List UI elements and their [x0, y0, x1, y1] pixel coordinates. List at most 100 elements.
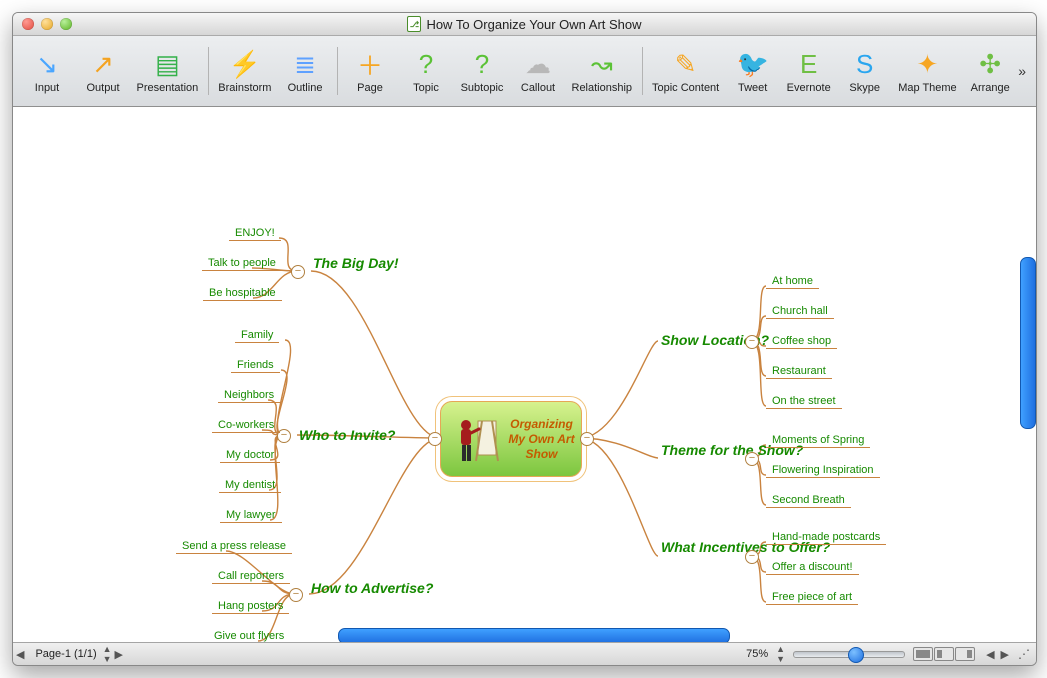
collapse-icon[interactable]: −	[580, 432, 594, 446]
toolbar-label: Outline	[288, 82, 323, 94]
arrange-icon: ✣	[974, 48, 1006, 80]
toolbar-input-button[interactable]: ↘ Input	[19, 46, 75, 96]
vertical-scrollbar[interactable]	[1020, 257, 1036, 429]
resize-handle-icon[interactable]: ⋰	[1012, 647, 1036, 661]
titlebar: ⎇ How To Organize Your Own Art Show	[13, 13, 1036, 36]
toolbar-map-theme-button[interactable]: ✦ Map Theme	[893, 46, 963, 96]
leaf-node[interactable]: Moments of Spring	[766, 433, 870, 448]
output-icon: ↗	[87, 48, 119, 80]
outline-icon: ≣	[289, 48, 321, 80]
central-topic[interactable]: Organizing My Own Art Show	[440, 401, 582, 477]
view-left-icon[interactable]	[934, 647, 954, 661]
leaf-node[interactable]: Church hall	[766, 304, 834, 319]
leaf-node[interactable]: Call reporters	[212, 569, 290, 584]
leaf-node[interactable]: Neighbors	[218, 388, 280, 403]
leaf-node[interactable]: Co-workers	[212, 418, 280, 433]
zoom-slider[interactable]	[793, 651, 905, 658]
collapse-icon[interactable]: −	[745, 550, 759, 564]
toolbar-presentation-button[interactable]: ▤Presentation	[131, 46, 204, 96]
toolbar-page-button[interactable]: ＋Page	[342, 46, 398, 96]
toolbar-relationship-button[interactable]: ↝Relationship	[566, 46, 638, 96]
leaf-node[interactable]: My dentist	[219, 478, 281, 493]
toolbar-label: Callout	[521, 82, 555, 94]
leaf-node[interactable]: Offer a discount!	[766, 560, 859, 575]
toolbar-brainstorm-button[interactable]: ⚡Brainstorm	[213, 46, 277, 96]
collapse-icon[interactable]: −	[289, 588, 303, 602]
toolbar-skype-button[interactable]: S Skype	[837, 46, 893, 96]
collapse-icon[interactable]: −	[291, 265, 305, 279]
toolbar-label: Evernote	[787, 82, 831, 94]
scroll-right-icon[interactable]: ▶	[998, 648, 1012, 661]
callout-icon: ☁	[522, 48, 554, 80]
toolbar-arrange-button[interactable]: ✣ Arrange	[962, 46, 1018, 96]
page-icon: ＋	[354, 48, 386, 80]
collapse-icon[interactable]: −	[745, 335, 759, 349]
leaf-node[interactable]: Coffee shop	[766, 334, 837, 349]
toolbar-label: Skype	[849, 82, 880, 94]
leaf-node[interactable]: Talk to people	[202, 256, 282, 271]
view-right-icon[interactable]	[955, 647, 975, 661]
page-menu-icon[interactable]: ▲▼	[103, 644, 112, 664]
leaf-node[interactable]: Be hospitable	[203, 286, 282, 301]
toolbar-subtopic-button[interactable]: ? Subtopic	[454, 46, 510, 96]
toolbar-label: Topic	[413, 82, 439, 94]
leaf-node[interactable]: Send a press release	[176, 539, 292, 554]
map-theme-icon: ✦	[911, 48, 943, 80]
leaf-node[interactable]: At home	[766, 274, 819, 289]
leaf-node[interactable]: My lawyer	[220, 508, 282, 523]
subtopic-icon: ?	[466, 48, 498, 80]
page-next-icon[interactable]: ▶	[112, 648, 126, 661]
leaf-node[interactable]: On the street	[766, 394, 842, 409]
central-topic-label: Organizing My Own Art Show	[504, 417, 579, 462]
toolbar-label: Topic Content	[652, 82, 719, 94]
window-title: ⎇ How To Organize Your Own Art Show	[13, 16, 1036, 32]
branch-node[interactable]: The Big Day!	[313, 255, 399, 271]
page-prev-icon[interactable]: ◀	[13, 648, 27, 661]
tweet-icon: 🐦	[737, 48, 769, 80]
toolbar: ↘ Input ↗Output▤Presentation⚡Brainstorm ≣ Ou…	[13, 36, 1036, 107]
toolbar-tweet-button[interactable]: 🐦Tweet	[725, 46, 781, 96]
toolbar-topic-content-button[interactable]: ✎Topic Content	[647, 46, 725, 96]
input-icon: ↘	[31, 48, 63, 80]
leaf-node[interactable]: Free piece of art	[766, 590, 858, 605]
leaf-node[interactable]: My doctor	[220, 448, 280, 463]
toolbar-label: Input	[35, 82, 59, 94]
leaf-node[interactable]: Hang posters	[212, 599, 289, 614]
statusbar: ◀ Page-1 (1/1) ▲▼ ▶ 75% ▲▼ ◀ ▶ ⋰	[13, 642, 1036, 665]
toolbar-outline-button[interactable]: ≣ Outline	[277, 46, 333, 96]
scroll-left-icon[interactable]: ◀	[983, 648, 997, 661]
topic-icon: ?	[410, 48, 442, 80]
toolbar-output-button[interactable]: ↗Output	[75, 46, 131, 96]
toolbar-topic-button[interactable]: ? Topic	[398, 46, 454, 96]
toolbar-label: Arrange	[971, 82, 1010, 94]
leaf-node[interactable]: Restaurant	[766, 364, 832, 379]
view-single-icon[interactable]	[913, 647, 933, 661]
toolbar-callout-button[interactable]: ☁ Callout	[510, 46, 566, 96]
toolbar-separator	[337, 47, 338, 95]
toolbar-label: Brainstorm	[218, 82, 271, 94]
branch-node[interactable]: How to Advertise?	[311, 580, 421, 596]
toolbar-evernote-button[interactable]: EEvernote	[781, 46, 837, 96]
branch-node[interactable]: Who to Invite?	[299, 427, 395, 443]
mindmap-canvas[interactable]: Organizing My Own Art Show The Big Day!−…	[13, 107, 1036, 642]
leaf-node[interactable]: Family	[235, 328, 279, 343]
toolbar-label: Relationship	[572, 82, 633, 94]
collapse-icon[interactable]: −	[428, 432, 442, 446]
presentation-icon: ▤	[151, 48, 183, 80]
leaf-node[interactable]: Flowering Inspiration	[766, 463, 880, 478]
skype-icon: S	[849, 48, 881, 80]
leaf-node[interactable]: Friends	[231, 358, 280, 373]
zoom-value: 75%	[746, 648, 768, 660]
leaf-node[interactable]: Second Breath	[766, 493, 851, 508]
toolbar-overflow-icon[interactable]: »	[1018, 63, 1030, 79]
window: ⎇ How To Organize Your Own Art Show ↘ Inp…	[12, 12, 1037, 666]
toolbar-label: Map Theme	[898, 82, 957, 94]
leaf-node[interactable]: Hand-made postcards	[766, 530, 886, 545]
view-mode-group	[913, 647, 975, 661]
toolbar-label: Subtopic	[461, 82, 504, 94]
collapse-icon[interactable]: −	[745, 452, 759, 466]
leaf-node[interactable]: ENJOY!	[229, 226, 281, 241]
zoom-menu-icon[interactable]: ▲▼	[776, 644, 785, 664]
central-image-icon	[449, 412, 504, 467]
horizontal-scrollbar[interactable]	[68, 628, 981, 642]
